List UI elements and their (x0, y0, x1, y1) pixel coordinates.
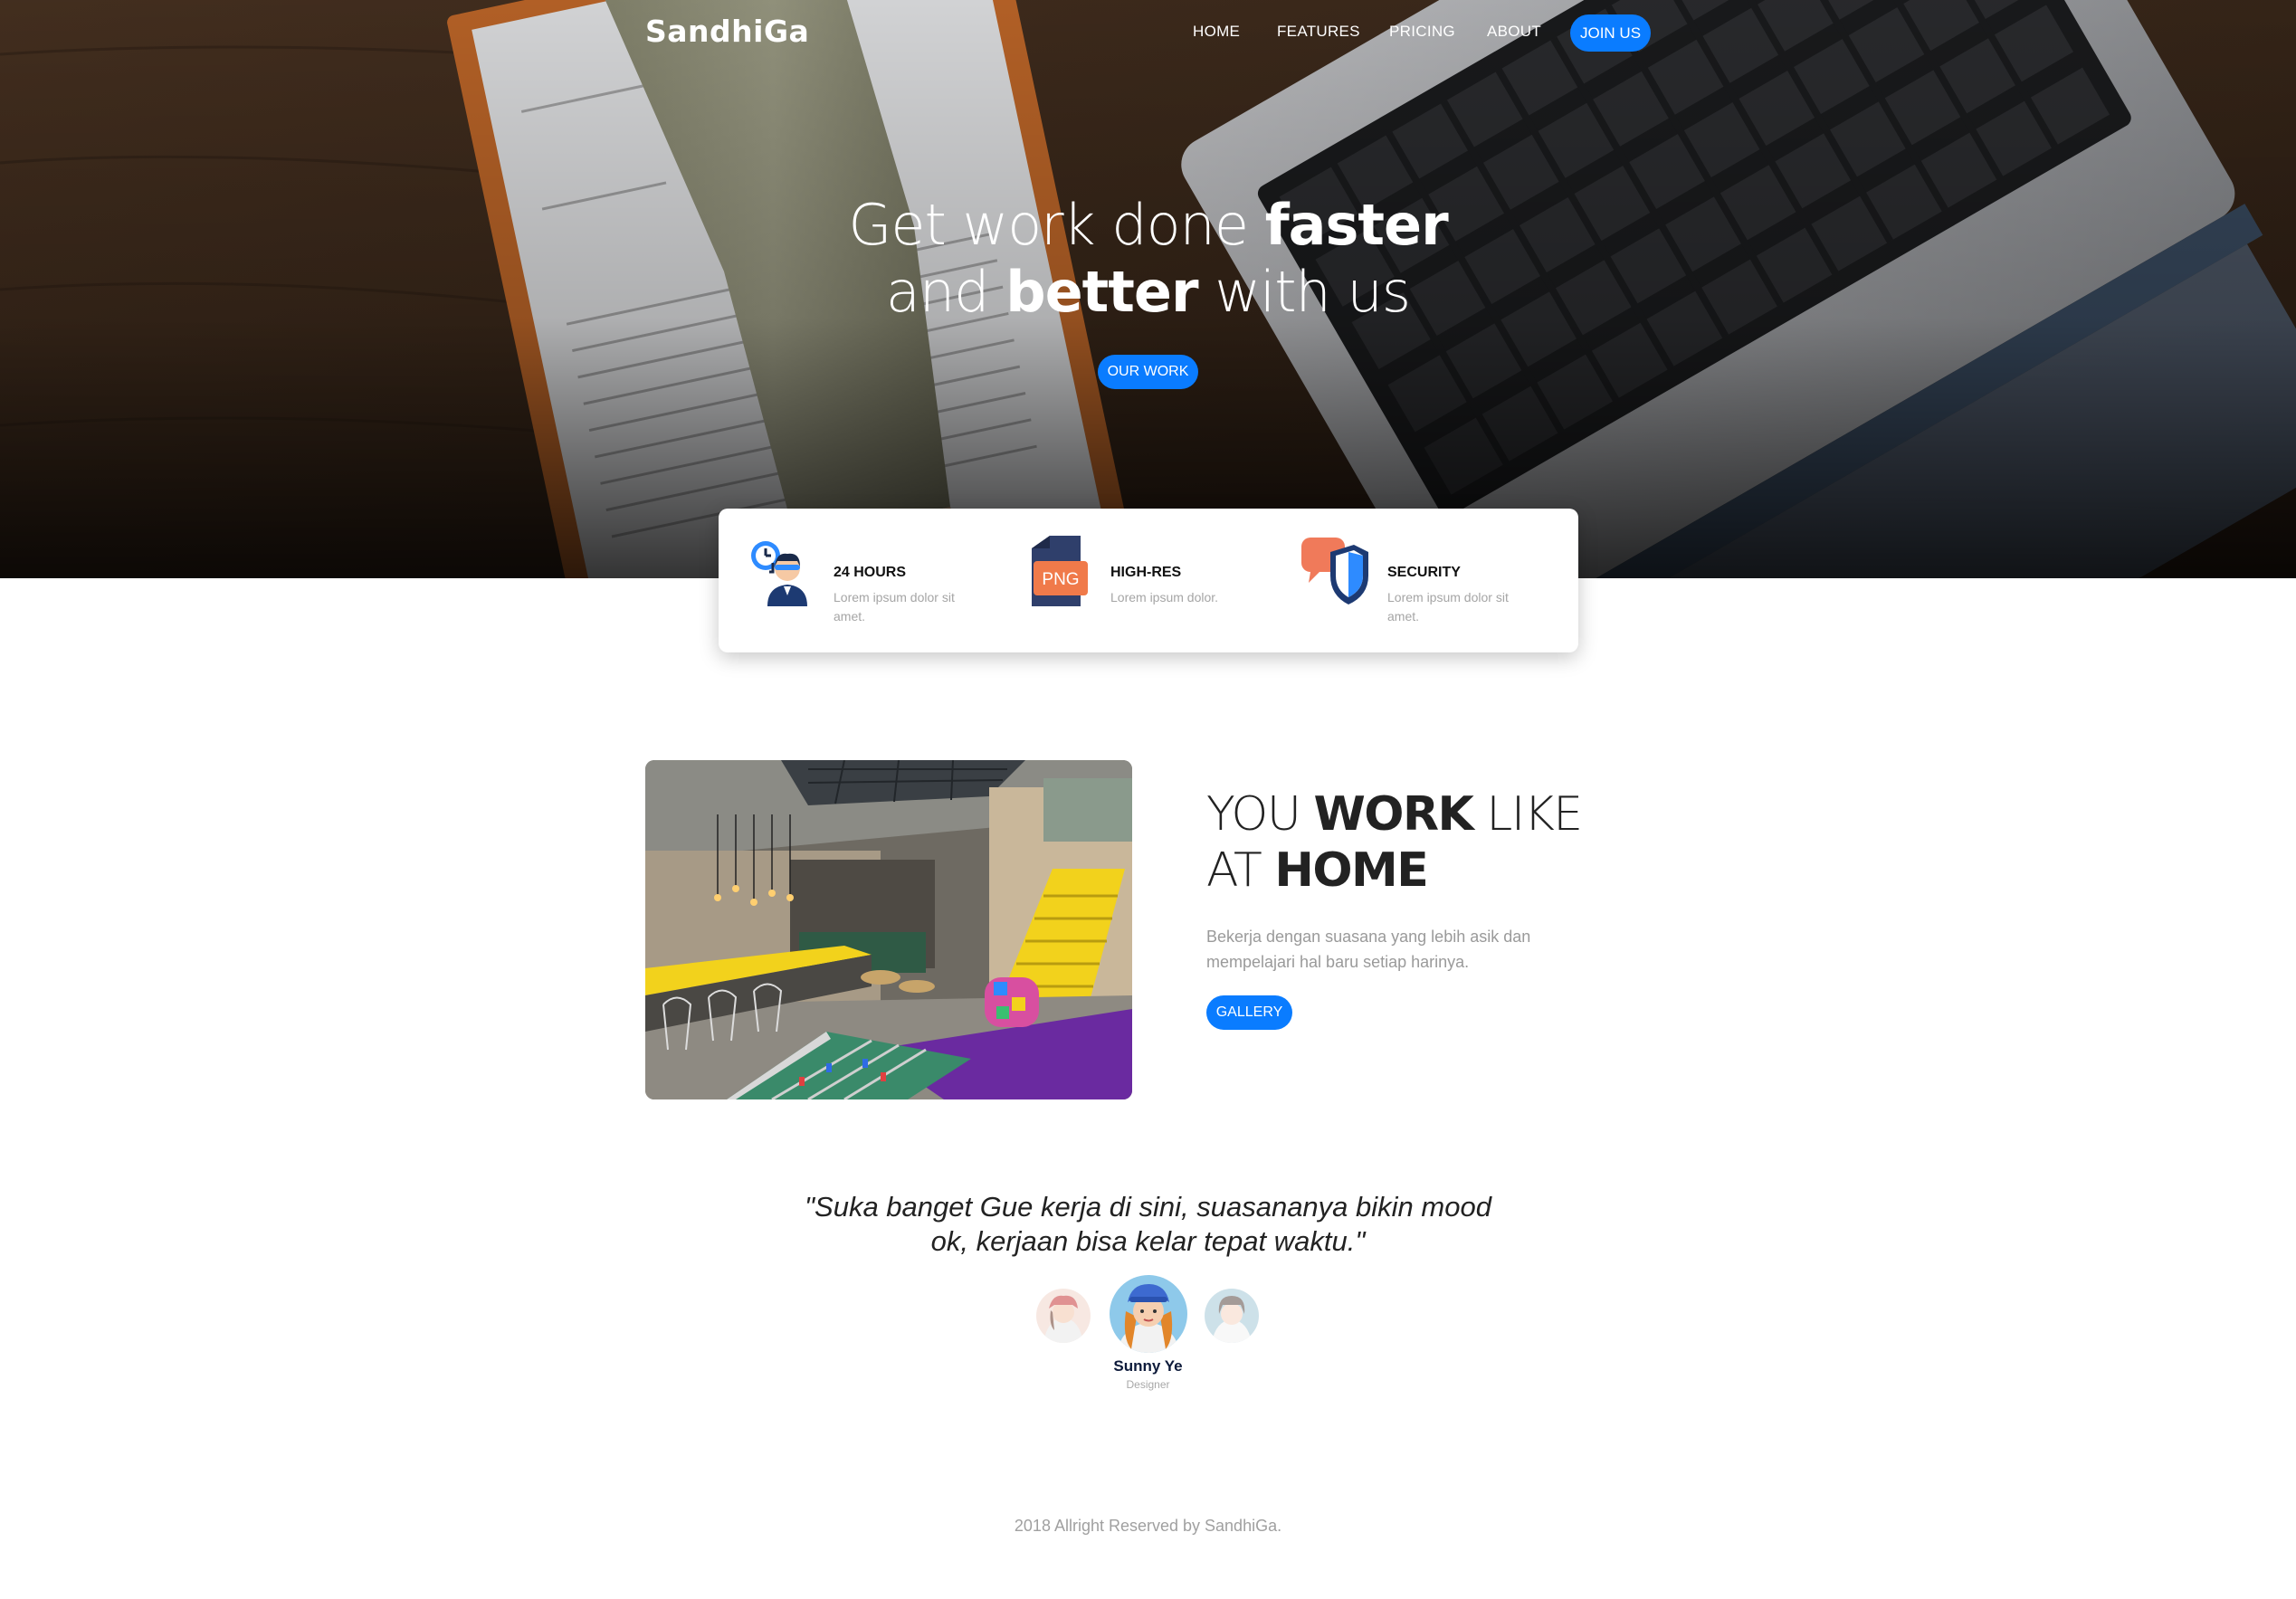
feature-item-security: SECURITY Lorem ipsum dolor sit amet. (1301, 536, 1564, 626)
png-file-icon: PNG (1032, 536, 1088, 606)
feature-description: Lorem ipsum dolor sit amet. (834, 590, 955, 623)
workspace-description: Bekerja dengan suasana yang lebih asik d… (1206, 928, 1531, 971)
workspace-title-line-1: YOU WORK LIKE (1206, 787, 1659, 842)
workspace-image (645, 760, 1132, 1099)
nav-link-about[interactable]: ABOUT (1487, 23, 1541, 41)
png-badge-text: PNG (1042, 570, 1079, 589)
workspace-title-line-2: AT HOME (1206, 843, 1659, 898)
testimonial-quote-line-2: ok, kerjaan bisa kelar tepat waktu." (930, 1225, 1366, 1257)
testimonial-name: Sunny Ye (1113, 1357, 1183, 1375)
hero-title-text: with us (1197, 259, 1411, 325)
features-panel: 24 HOURS Lorem ipsum dolor sit amet. PNG… (719, 509, 1578, 652)
hero-title-emphasis: better (1005, 259, 1198, 325)
feature-description: Lorem ipsum dolor sit amet. (1387, 590, 1509, 623)
avatar-left[interactable] (1036, 1289, 1091, 1343)
testimonial-role: Designer (1126, 1378, 1170, 1391)
hero-title-text: and (885, 259, 1006, 325)
hero-section: SandhiGa HOME FEATURES PRICING ABOUT JOI… (0, 0, 2296, 578)
feature-description: Lorem ipsum dolor. (1110, 590, 1219, 604)
testimonial-quote-line-1: "Suka banget Gue kerja di sini, suasanan… (805, 1191, 1491, 1223)
hero-title-text: Get work done (848, 192, 1265, 258)
hero-title-line-2: and better with us (0, 259, 2296, 325)
hero-title-line-1: Get work done faster (0, 192, 2296, 258)
our-work-button[interactable]: OUR WORK (1098, 355, 1198, 389)
feature-title: SECURITY (1387, 565, 1461, 580)
join-us-button[interactable]: JOIN US (1570, 14, 1651, 52)
brand-logo[interactable]: SandhiGa (645, 14, 809, 49)
support-clock-icon (751, 541, 807, 606)
workspace-title-text: AT (1206, 843, 1275, 898)
feature-item-24-hours: 24 HOURS Lorem ipsum dolor sit amet. (748, 536, 1010, 626)
nav-link-features[interactable]: FEATURES (1277, 23, 1360, 41)
nav-link-home[interactable]: HOME (1193, 23, 1240, 41)
security-shield-icon (1301, 538, 1368, 604)
workspace-title-text: YOU (1206, 787, 1314, 842)
workspace-title-emphasis: HOME (1274, 843, 1429, 898)
feature-title: HIGH-RES (1110, 565, 1182, 580)
gallery-button[interactable]: GALLERY (1206, 995, 1292, 1030)
navbar: SandhiGa HOME FEATURES PRICING ABOUT JOI… (0, 0, 2296, 65)
workspace-photo (645, 760, 1132, 1099)
footer-copyright: 2018 Allright Reserved by SandhiGa. (1014, 1517, 1282, 1535)
avatar-right[interactable] (1205, 1289, 1259, 1343)
workspace-title-text: LIKE (1472, 787, 1583, 842)
avatar-active[interactable] (1110, 1275, 1187, 1353)
workspace-title-emphasis: WORK (1313, 787, 1473, 842)
hero-title-emphasis: faster (1264, 192, 1449, 258)
nav-link-pricing[interactable]: PRICING (1389, 23, 1455, 41)
feature-item-high-res: PNG HIGH-RES Lorem ipsum dolor. (1024, 536, 1287, 626)
feature-title: 24 HOURS (834, 565, 907, 580)
